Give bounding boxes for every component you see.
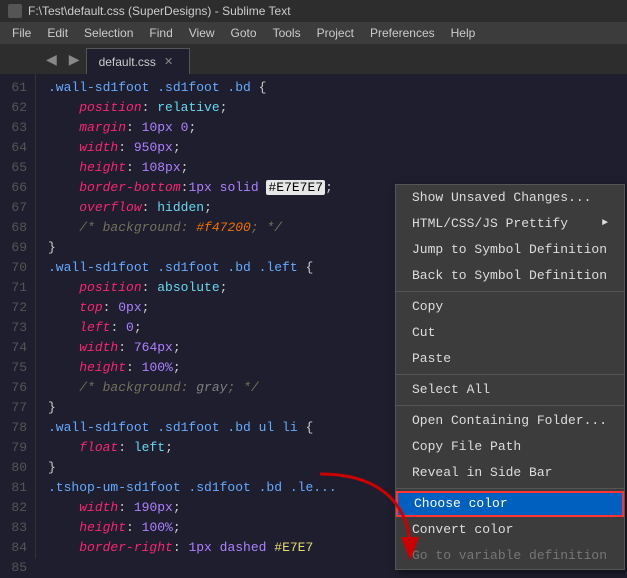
ctx-back-symbol-label: Back to Symbol Definition [412,266,607,286]
ctx-show-unsaved[interactable]: Show Unsaved Changes... [396,185,624,211]
line-num: 80 [8,458,27,478]
ctx-choose-color[interactable]: Choose color [396,491,624,517]
ctx-sep-2 [396,374,624,375]
menu-bar: File Edit Selection Find View Goto Tools… [0,22,627,44]
ctx-prettify-label: HTML/CSS/JS Prettify [412,214,568,234]
ctx-copy[interactable]: Copy [396,294,624,320]
line-num: 62 [8,98,27,118]
menu-preferences[interactable]: Preferences [362,24,443,42]
line-num: 81 [8,478,27,498]
ctx-open-folder-label: Open Containing Folder... [412,411,607,431]
ctx-goto-variable-label: Go to variable definition [412,546,607,566]
ctx-prettify[interactable]: HTML/CSS/JS Prettify ► [396,211,624,237]
code-line-61: .wall-sd1foot .sd1foot .bd { [48,78,627,98]
tab-default-css[interactable]: default.css ✕ [86,48,191,74]
line-num: 67 [8,198,27,218]
ctx-choose-color-label: Choose color [414,494,508,514]
line-num: 83 [8,518,27,538]
context-menu: Show Unsaved Changes... HTML/CSS/JS Pret… [395,184,625,570]
ctx-copy-path-label: Copy File Path [412,437,521,457]
line-num: 74 [8,338,27,358]
line-numbers: 61 62 63 64 65 66 67 68 69 70 71 72 73 7… [0,74,36,559]
ctx-copy-path[interactable]: Copy File Path [396,434,624,460]
ctx-cut-label: Cut [412,323,435,343]
line-num: 79 [8,438,27,458]
menu-help[interactable]: Help [443,24,484,42]
code-selector: .wall-sd1foot .sd1foot .bd [48,80,259,95]
code-line-65: height: 108px; [48,158,627,178]
title-text: F:\Test\default.css (SuperDesigns) - Sub… [28,4,291,18]
menu-edit[interactable]: Edit [39,24,76,42]
line-num: 65 [8,158,27,178]
line-num: 82 [8,498,27,518]
ctx-goto-variable: Go to variable definition [396,543,624,569]
line-num: 69 [8,238,27,258]
ctx-sep-3 [396,405,624,406]
tab-label: default.css [99,55,156,69]
ctx-paste-label: Paste [412,349,451,369]
tab-prev-button[interactable]: ◀ [40,44,63,74]
tab-close-icon[interactable]: ✕ [164,55,173,68]
code-line-64: width: 950px; [48,138,627,158]
menu-find[interactable]: Find [141,24,180,42]
ctx-jump-symbol[interactable]: Jump to Symbol Definition [396,237,624,263]
ctx-convert-color[interactable]: Convert color [396,517,624,543]
menu-tools[interactable]: Tools [265,24,309,42]
menu-goto[interactable]: Goto [223,24,265,42]
ctx-back-symbol[interactable]: Back to Symbol Definition [396,263,624,289]
line-num: 85 [8,558,27,578]
line-num: 78 [8,418,27,438]
line-num: 72 [8,298,27,318]
ctx-select-all-label: Select All [412,380,490,400]
ctx-reveal-sidebar-label: Reveal in Side Bar [412,463,552,483]
menu-selection[interactable]: Selection [76,24,141,42]
menu-project[interactable]: Project [309,24,362,42]
line-num: 76 [8,378,27,398]
editor: 61 62 63 64 65 66 67 68 69 70 71 72 73 7… [0,74,627,559]
ctx-sep-1 [396,291,624,292]
code-line-62: position: relative; [48,98,627,118]
line-num: 84 [8,538,27,558]
ctx-convert-color-label: Convert color [412,520,513,540]
line-num: 61 [8,78,27,98]
ctx-select-all[interactable]: Select All [396,377,624,403]
ctx-jump-symbol-label: Jump to Symbol Definition [412,240,607,260]
menu-file[interactable]: File [4,24,39,42]
ctx-paste[interactable]: Paste [396,346,624,372]
app-icon [8,4,22,18]
ctx-submenu-arrow: ► [602,214,608,234]
menu-view[interactable]: View [181,24,223,42]
line-num: 63 [8,118,27,138]
line-num: 68 [8,218,27,238]
line-num: 73 [8,318,27,338]
line-num: 71 [8,278,27,298]
ctx-copy-label: Copy [412,297,443,317]
title-bar: F:\Test\default.css (SuperDesigns) - Sub… [0,0,627,22]
ctx-sep-4 [396,488,624,489]
ctx-reveal-sidebar[interactable]: Reveal in Side Bar [396,460,624,486]
line-num: 75 [8,358,27,378]
line-num: 77 [8,398,27,418]
tab-bar: ◀ ▶ default.css ✕ [0,44,627,74]
line-num: 64 [8,138,27,158]
code-line-63: margin: 10px 0; [48,118,627,138]
line-num: 66 [8,178,27,198]
tab-next-button[interactable]: ▶ [63,44,86,74]
ctx-cut[interactable]: Cut [396,320,624,346]
ctx-show-unsaved-label: Show Unsaved Changes... [412,188,591,208]
ctx-open-folder[interactable]: Open Containing Folder... [396,408,624,434]
line-num: 70 [8,258,27,278]
